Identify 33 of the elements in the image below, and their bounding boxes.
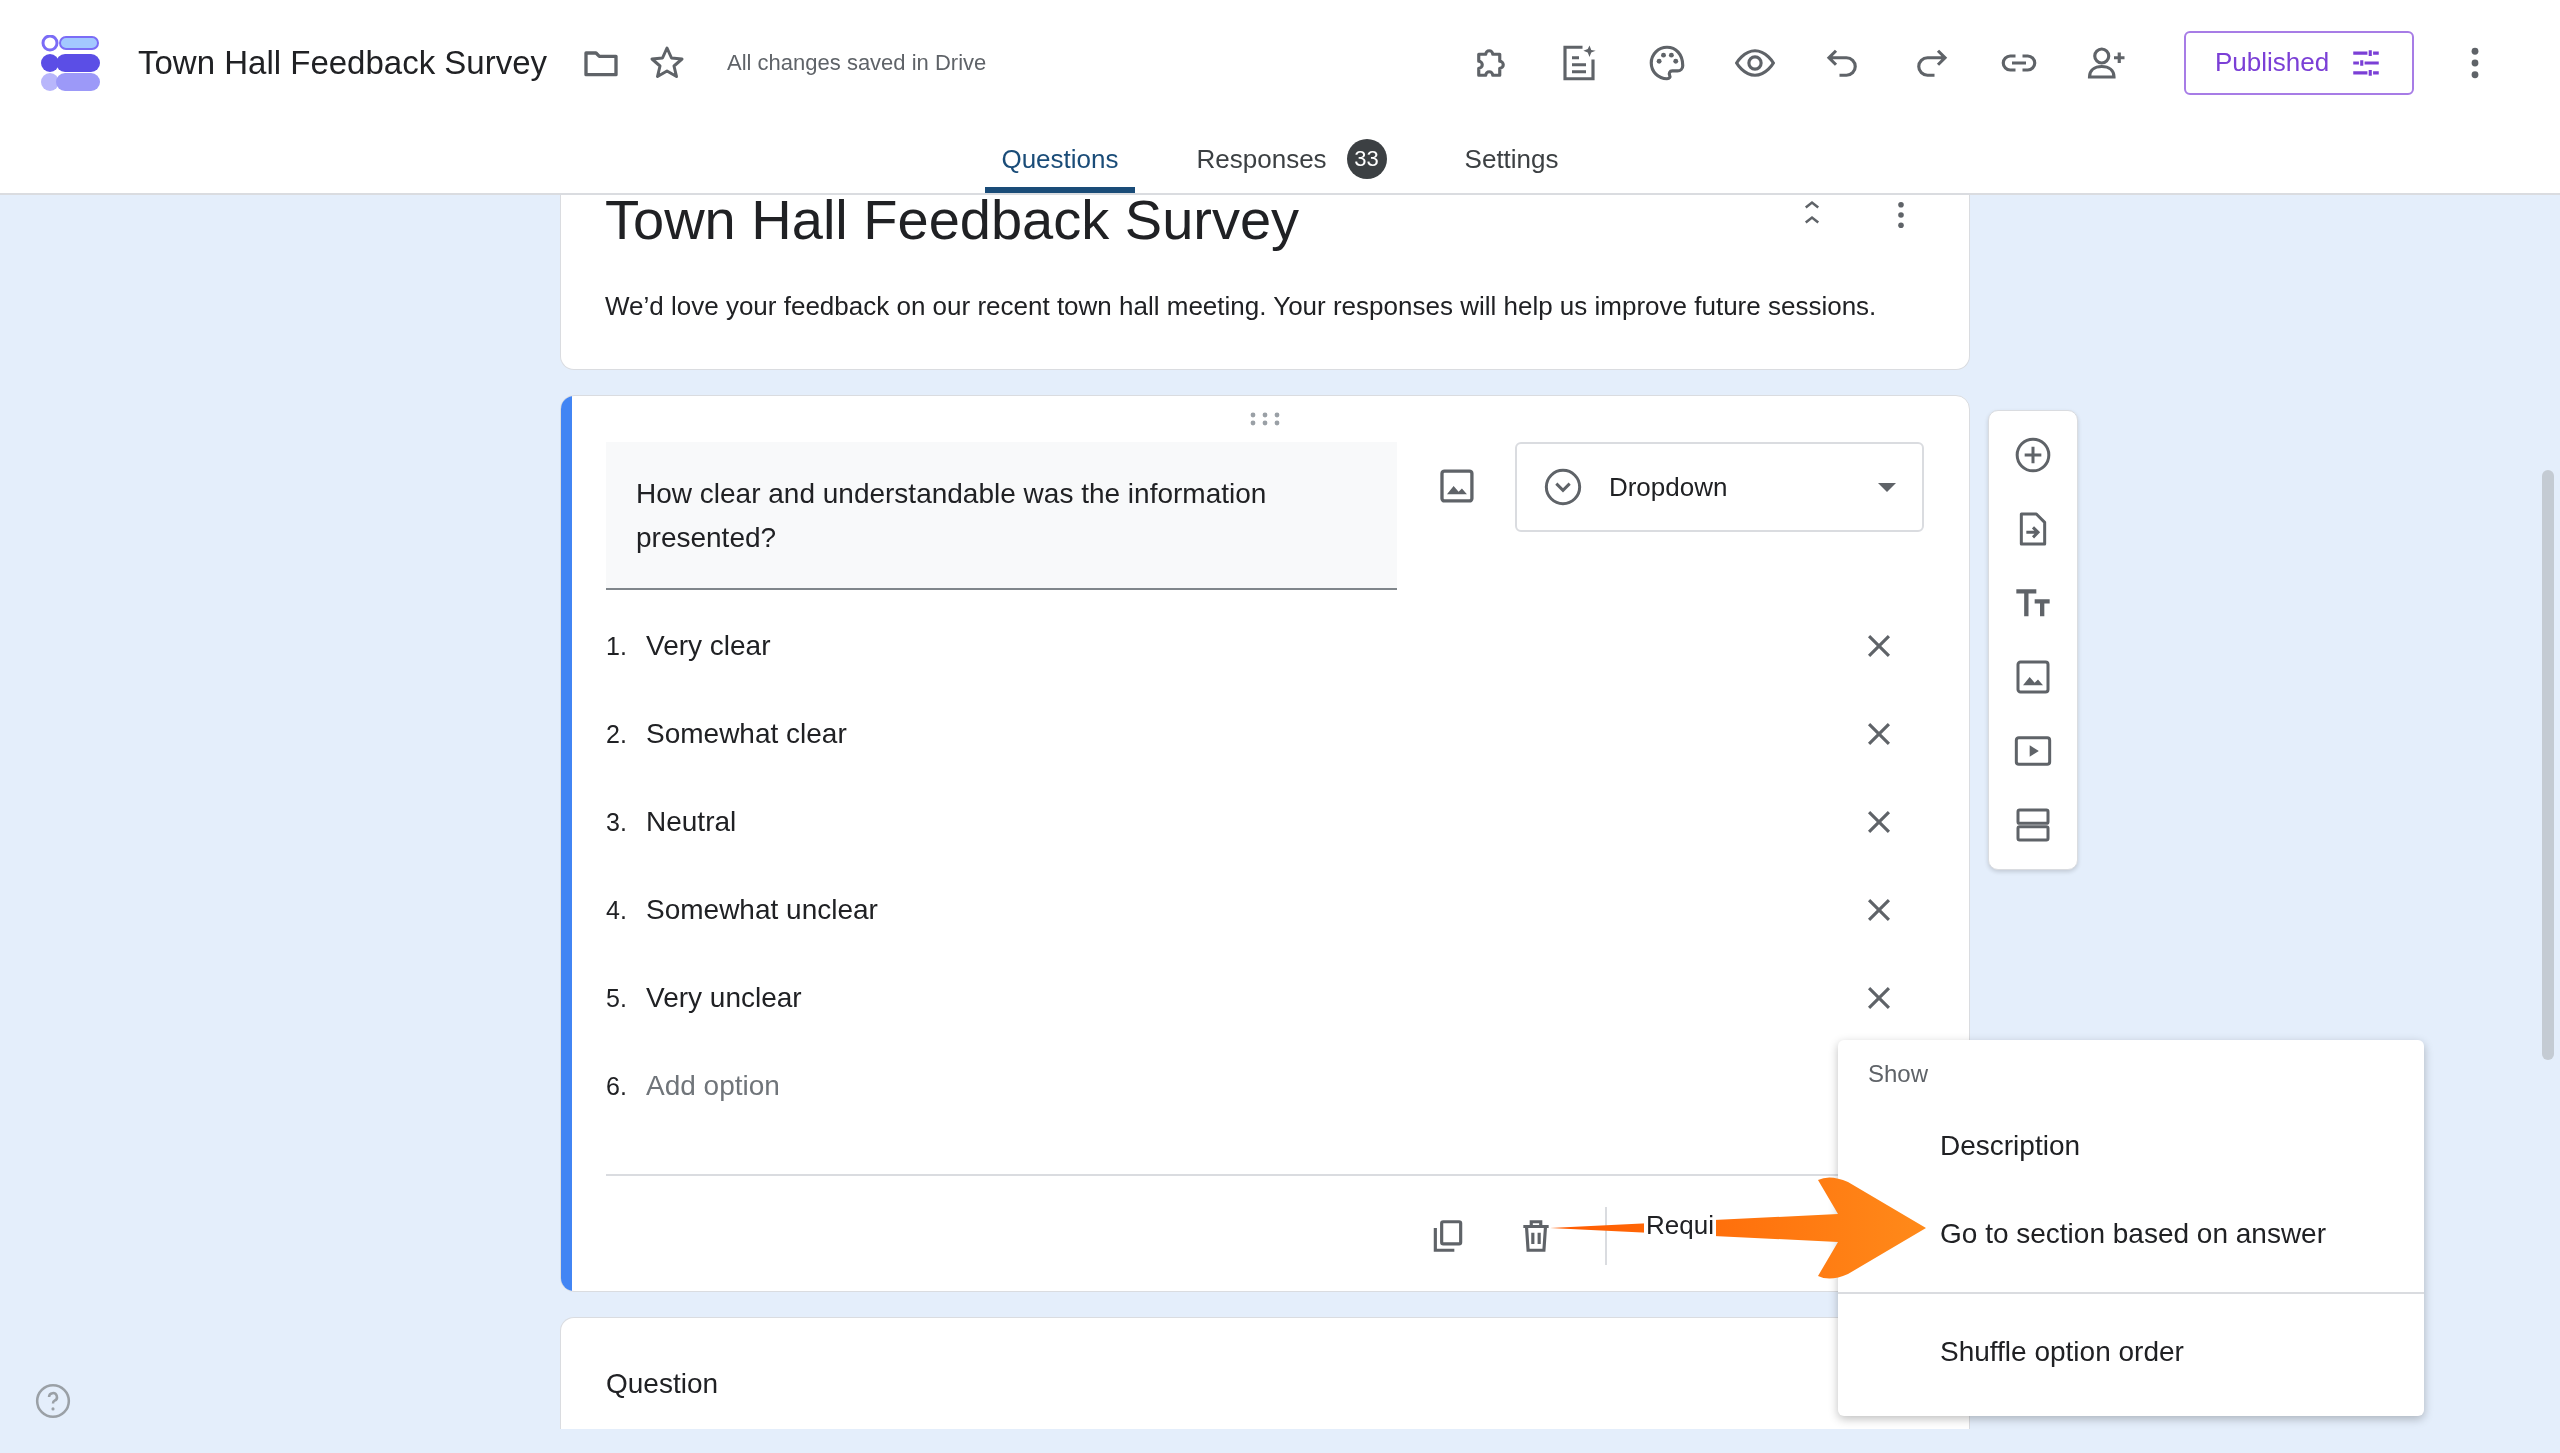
menu-item[interactable]: Description (1940, 1130, 2081, 1162)
menu-item[interactable]: Shuffle option order (1940, 1336, 2184, 1368)
form-description[interactable]: We’d love your feedback on our recent town hall meeting. Your responses will help us improve future sessions. (605, 290, 1925, 322)
more-options-icon[interactable] (1897, 201, 1905, 229)
option-number: 1. (606, 631, 628, 661)
chevron-circle-icon (1542, 467, 1583, 507)
option-label[interactable]: Neutral (646, 806, 1862, 838)
drag-handle-icon[interactable] (1250, 412, 1280, 426)
add-option-field[interactable]: Add option (646, 1070, 780, 1102)
question-type-dropdown[interactable]: Dropdown (1514, 442, 1924, 532)
option-label[interactable]: Very clear (646, 630, 1862, 662)
menu-item[interactable]: Go to section based on answer (1940, 1218, 2326, 1250)
option-number: 2. (606, 719, 628, 749)
option-label[interactable]: Very unclear (646, 982, 1862, 1014)
more-options-icon[interactable] (2470, 46, 2480, 79)
question-title-field[interactable]: How clear and understandable was the information presented? (606, 442, 1398, 590)
menu-heading: Show (1867, 1060, 1930, 1088)
option-label[interactable]: Somewhat clear (646, 718, 1862, 750)
published-button[interactable]: Published (2184, 30, 2414, 95)
response-count-badge: 33 (1346, 139, 1387, 179)
image-icon[interactable] (1437, 466, 1477, 506)
option-number: 3. (606, 807, 628, 837)
option-number: 4. (606, 895, 628, 925)
scrollbar[interactable] (2542, 470, 2554, 1060)
caret-icon (1878, 482, 1896, 492)
option-number: 5. (606, 983, 628, 1013)
question-field[interactable]: Question (606, 1368, 719, 1399)
option-number: 6. (606, 1071, 628, 1101)
save-status: All changes saved in Drive (727, 49, 987, 76)
forms-logo-icon[interactable] (40, 34, 100, 91)
document-title[interactable]: Town Hall Feedback Survey (138, 43, 548, 82)
option-label[interactable]: Somewhat unclear (646, 894, 1862, 926)
add-question-icon[interactable] (2013, 435, 2053, 475)
